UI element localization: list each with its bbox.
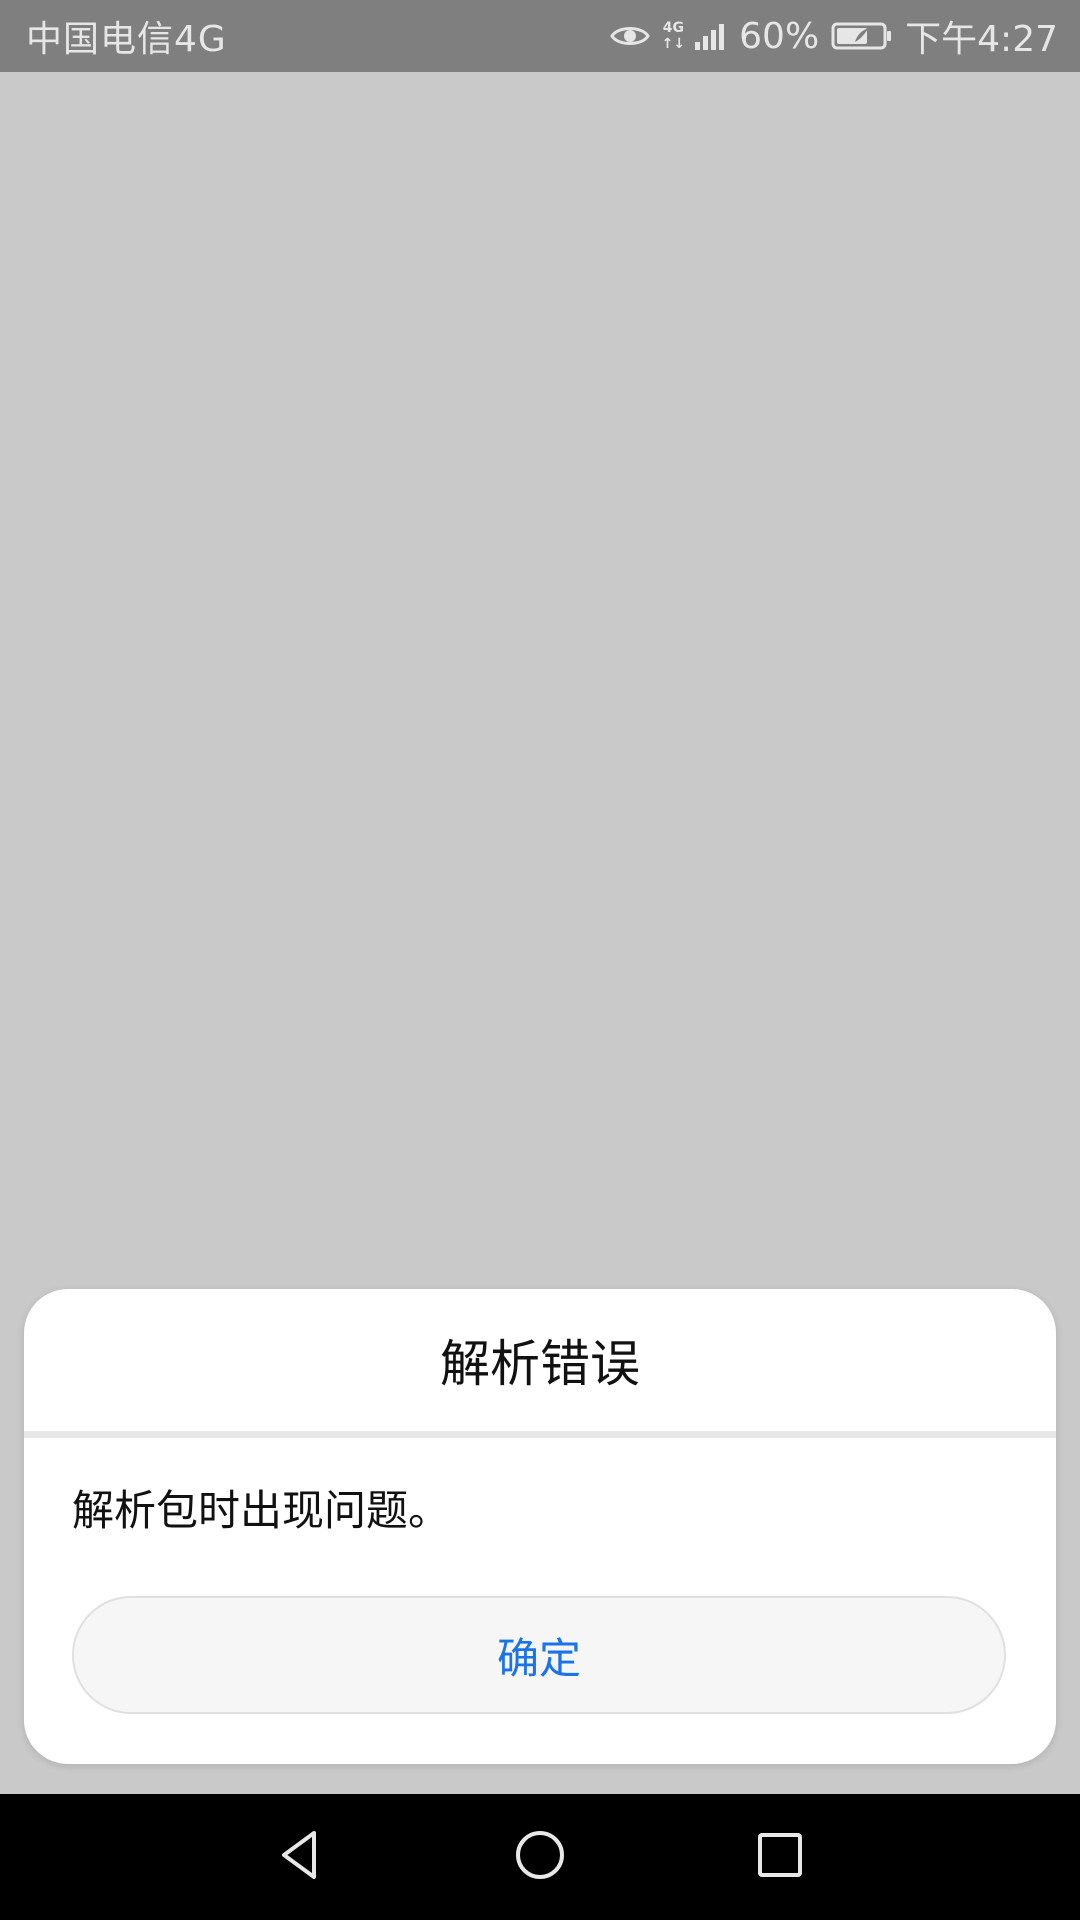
nav-back-button[interactable]	[240, 1794, 360, 1920]
network-type-top: 4G	[662, 20, 685, 36]
status-time: 下午4:27	[905, 19, 1058, 60]
navigation-bar	[0, 1794, 1080, 1920]
dialog-divider	[24, 1431, 1056, 1438]
nav-home-button[interactable]	[480, 1794, 600, 1920]
nav-recents-button[interactable]	[720, 1794, 840, 1920]
status-icons: 4G ↑↓ 60% 下午4:27	[609, 0, 1058, 72]
dialog-title: 解析错误	[440, 1335, 640, 1393]
battery-percent: 60%	[739, 15, 820, 57]
status-bar: 中国电信4G 4G ↑↓ 60% 下午4:27	[0, 0, 1080, 72]
back-icon	[274, 1827, 326, 1887]
carrier-label: 中国电信4G	[26, 19, 227, 60]
recents-icon	[754, 1829, 806, 1885]
dialog-message: 解析包时出现问题。	[72, 1486, 451, 1535]
network-type: 4G ↑↓	[662, 0, 685, 72]
dialog-ok-button[interactable]: 确定	[72, 1596, 1006, 1714]
home-icon	[512, 1827, 568, 1887]
screen: 中国电信4G 4G ↑↓ 60% 下午4:27 解析错误 解析包时出现问题。 确…	[0, 0, 1080, 1920]
parse-error-dialog: 解析错误 解析包时出现问题。 确定	[24, 1289, 1056, 1764]
eye-icon	[609, 0, 650, 72]
battery-icon	[831, 0, 893, 72]
network-type-bottom: ↑↓	[661, 36, 686, 52]
signal-icon	[693, 0, 727, 72]
